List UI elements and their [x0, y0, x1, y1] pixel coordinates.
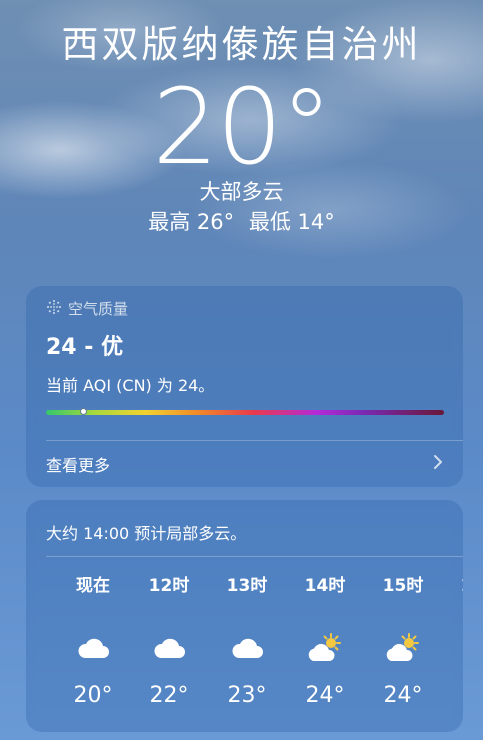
hour-time: 13时 — [226, 576, 268, 596]
cloud-icon — [58, 628, 128, 668]
hour-temperature: 24° — [305, 683, 345, 708]
hour-column: 12时 22° — [134, 574, 204, 710]
hour-column: 16时 25° — [446, 574, 463, 710]
partly-sunny-icon — [446, 628, 463, 668]
city-name: 西双版纳傣族自治州 — [61, 23, 422, 66]
hour-column: 13时 23° — [212, 574, 282, 710]
cloud-icon — [134, 628, 204, 668]
partly-sunny-icon — [368, 628, 438, 668]
hourly-forecast-list[interactable]: 现在 20° 12时 22° 13时 23° 14时 24° 15时 24° 16时 25° — [26, 574, 464, 734]
hour-column: 现在 20° — [58, 574, 128, 710]
hour-time: 现在 — [76, 576, 110, 596]
hour-column: 14时 24° — [290, 574, 360, 710]
aqi-indicator — [80, 408, 88, 415]
see-more-link[interactable]: 查看更多 — [46, 452, 443, 476]
low-temperature: 最低 14° — [248, 210, 335, 234]
hour-column: 15时 24° — [368, 574, 438, 710]
hour-time: 16时 — [446, 574, 463, 598]
chevron-right-icon — [433, 454, 443, 475]
aqi-description: 当前 AQI (CN) 为 24。 — [46, 376, 215, 395]
high-low: 最高 26° 最低 14° — [0, 208, 483, 236]
air-quality-card[interactable]: 空气质量 24 - 优 当前 AQI (CN) 为 24。 查看更多 — [26, 286, 463, 487]
air-quality-title: 空气质量 — [68, 300, 129, 318]
hour-time: 15时 — [382, 576, 424, 596]
cloud-icon — [212, 628, 282, 668]
see-more-label: 查看更多 — [46, 456, 111, 475]
hour-time: 14时 — [304, 576, 346, 596]
forecast-summary: 大约 14:00 预计局部多云。 — [46, 524, 247, 543]
air-quality-icon — [46, 299, 62, 319]
hour-temperature: 24° — [383, 683, 423, 708]
hourly-forecast-card[interactable]: 大约 14:00 预计局部多云。 现在 20° 12时 22° 13时 23° 14时 24°… — [26, 500, 463, 732]
current-weather-header: 西双版纳傣族自治州 20° 大部多云 最高 26° 最低 14° — [0, 20, 483, 236]
divider — [46, 556, 463, 557]
high-temperature: 最高 26° — [148, 210, 235, 234]
current-temperature: 20° — [152, 66, 332, 188]
aqi-value: 24 - 优 — [46, 335, 124, 360]
partly-sunny-icon — [290, 628, 360, 668]
hour-temperature: 25° — [446, 682, 464, 710]
aqi-scale-bar — [46, 408, 444, 415]
hour-time: 12时 — [148, 576, 190, 596]
hour-temperature: 22° — [149, 683, 189, 708]
hour-temperature: 23° — [227, 683, 267, 708]
divider — [46, 440, 463, 441]
hour-temperature: 20° — [73, 683, 113, 708]
